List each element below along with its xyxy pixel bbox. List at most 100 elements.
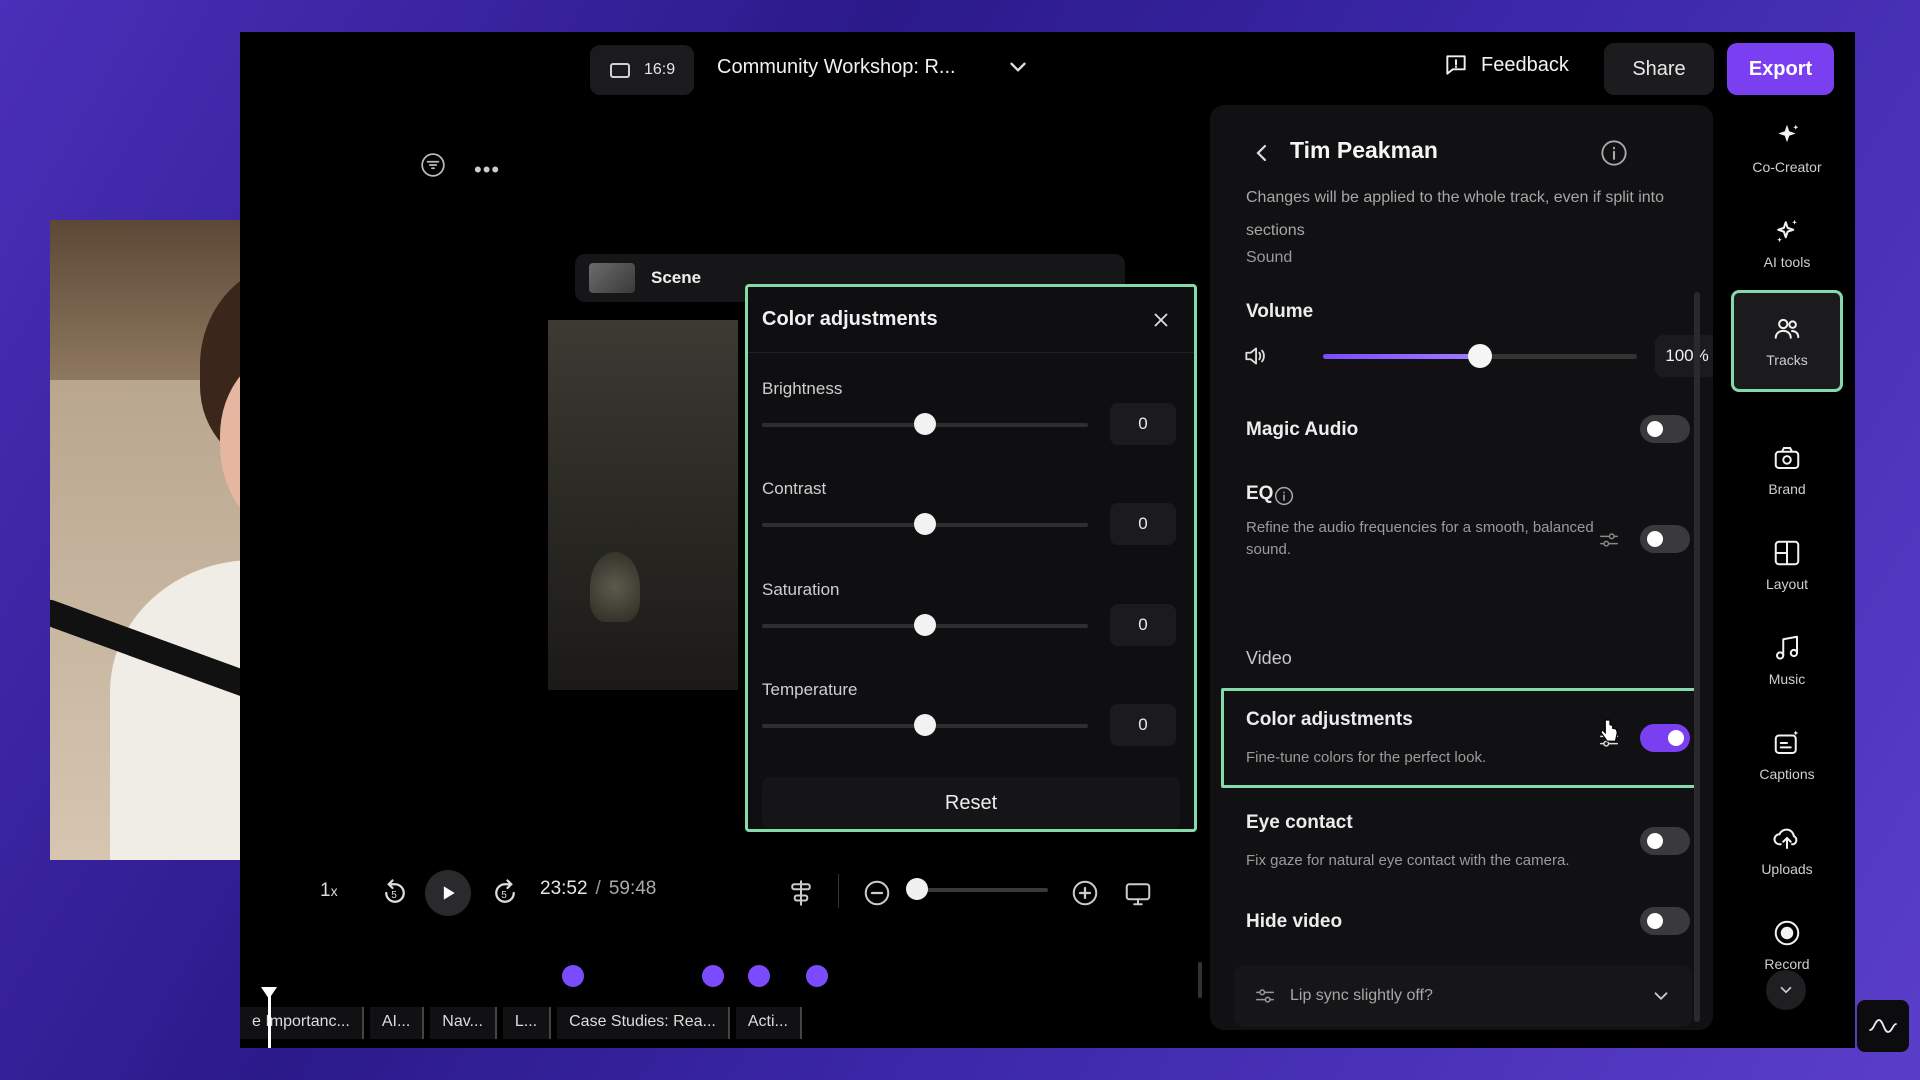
captions-icon	[1774, 730, 1799, 754]
timeline-marker[interactable]	[748, 965, 770, 987]
more-options-icon[interactable]: •••	[474, 157, 500, 183]
svg-text:5: 5	[391, 890, 397, 901]
playback-speed[interactable]: 1x	[320, 880, 338, 902]
eq-toggle[interactable]	[1640, 525, 1690, 553]
rail-captions[interactable]: Captions	[1735, 709, 1839, 801]
chapter-item[interactable]: AI...	[369, 1007, 425, 1039]
playhead[interactable]	[268, 992, 271, 1048]
saturation-label: Saturation	[762, 580, 840, 599]
rail-tracks[interactable]: Tracks	[1731, 290, 1843, 392]
rail-label: Layout	[1765, 576, 1809, 592]
eye-contact-description: Fix gaze for natural eye contact with th…	[1246, 852, 1570, 869]
rail-label: AI tools	[1763, 254, 1811, 270]
record-icon	[1774, 920, 1800, 946]
current-time: 23:52	[540, 878, 588, 899]
timeline-marker[interactable]	[562, 965, 584, 987]
volume-slider-handle[interactable]	[1468, 344, 1492, 368]
project-title[interactable]: Community Workshop: R...	[717, 56, 956, 79]
chapter-item[interactable]: L...	[502, 1007, 552, 1039]
close-icon[interactable]	[1150, 309, 1172, 331]
magic-audio-toggle[interactable]	[1640, 415, 1690, 443]
zoom-out-icon[interactable]	[862, 878, 892, 908]
rail-label: Tracks	[1766, 352, 1808, 368]
color-adjustments-label: Color adjustments	[1246, 709, 1413, 730]
hide-video-toggle[interactable]	[1640, 907, 1690, 935]
chapter-item[interactable]: Nav...	[430, 1007, 497, 1039]
rail-label: Co-Creator	[1752, 159, 1822, 175]
feedback-label: Feedback	[1481, 53, 1569, 76]
rail-ai-tools[interactable]: AI tools	[1735, 197, 1839, 289]
play-button[interactable]	[425, 870, 471, 916]
zoom-slider-handle[interactable]	[906, 878, 928, 900]
filter-icon[interactable]	[420, 152, 446, 178]
canvas-plant-image	[590, 552, 640, 622]
forward-5-icon[interactable]: 5	[490, 878, 520, 908]
waveform-button[interactable]	[1857, 1000, 1909, 1052]
temperature-label: Temperature	[762, 680, 858, 699]
export-button[interactable]: Export	[1727, 43, 1834, 95]
aspect-ratio-icon	[610, 62, 630, 78]
canvas-preview[interactable]	[548, 320, 738, 690]
chevron-down-icon	[1654, 992, 1668, 1001]
chapter-item[interactable]: Acti...	[735, 1007, 802, 1039]
brightness-value[interactable]: 0	[1110, 403, 1176, 445]
brightness-label: Brightness	[762, 379, 843, 398]
lip-sync-dropdown[interactable]: Lip sync slightly off?	[1234, 965, 1692, 1027]
chevron-down-icon[interactable]	[1005, 54, 1031, 80]
editor-window: 16:9 Community Workshop: R... Feedback S…	[240, 32, 1855, 1048]
timeline-marker[interactable]	[702, 965, 724, 987]
zoom-in-icon[interactable]	[1070, 878, 1100, 908]
eq-label: EQ	[1246, 483, 1274, 504]
color-adjustments-toggle[interactable]	[1640, 724, 1690, 752]
track-note: Changes will be applied to the whole tra…	[1246, 189, 1665, 239]
monitor-icon[interactable]	[1123, 878, 1153, 908]
rail-label: Captions	[1759, 766, 1815, 782]
rail-music[interactable]: Music	[1735, 614, 1839, 706]
track-settings-panel: Tim Peakman Changes will be applied to t…	[1210, 105, 1713, 1030]
align-icon[interactable]	[786, 878, 816, 908]
info-icon[interactable]	[1274, 486, 1294, 506]
scene-thumbnail	[589, 263, 635, 293]
playback-time: 23:52 / 59:48	[540, 878, 656, 900]
temperature-control: Temperature 0	[762, 680, 1182, 746]
eq-description: Refine the audio frequencies for a smoot…	[1246, 519, 1594, 558]
brightness-slider-handle[interactable]	[914, 413, 936, 435]
magic-audio-label: Magic Audio	[1246, 419, 1359, 440]
chapter-item[interactable]: Case Studies: Rea...	[557, 1007, 730, 1039]
rail-layout[interactable]: Layout	[1735, 519, 1839, 611]
volume-label: Volume	[1246, 301, 1314, 322]
color-adjustments-description: Fine-tune colors for the perfect look.	[1246, 749, 1487, 766]
rail-label: Music	[1768, 671, 1806, 687]
temperature-slider-handle[interactable]	[914, 714, 936, 736]
eye-contact-toggle[interactable]	[1640, 827, 1690, 855]
speaker-icon[interactable]	[1240, 343, 1270, 369]
rail-brand[interactable]: Brand	[1735, 424, 1839, 516]
zoom-slider-track[interactable]	[920, 888, 1048, 892]
volume-value[interactable]: 100%	[1655, 335, 1713, 377]
panel-scrollbar[interactable]	[1694, 292, 1700, 1022]
timeline-scrollbar[interactable]	[1198, 962, 1202, 998]
sparkle-icon	[1778, 124, 1799, 143]
rail-co-creator[interactable]: Co-Creator	[1735, 102, 1839, 194]
saturation-value[interactable]: 0	[1110, 604, 1176, 646]
aspect-ratio-label: 16:9	[644, 61, 676, 78]
temperature-value[interactable]: 0	[1110, 704, 1176, 746]
chapter-item[interactable]: e Importanc...	[240, 1007, 364, 1039]
scene-label: Scene	[651, 268, 702, 287]
reset-button[interactable]: Reset	[762, 777, 1180, 829]
sliders-icon[interactable]	[1598, 529, 1620, 551]
feedback-button[interactable]: Feedback	[1443, 52, 1569, 78]
contrast-value[interactable]: 0	[1110, 503, 1176, 545]
timeline-marker[interactable]	[806, 965, 828, 987]
contrast-slider-handle[interactable]	[914, 513, 936, 535]
rail-uploads[interactable]: Uploads	[1735, 804, 1839, 896]
share-button[interactable]: Share	[1604, 43, 1714, 95]
saturation-slider-handle[interactable]	[914, 614, 936, 636]
info-icon[interactable]	[1600, 139, 1628, 167]
chapter-track: e Importanc... AI... Nav... L... Case St…	[240, 1007, 802, 1039]
rail-more-button[interactable]	[1766, 970, 1806, 1010]
rewind-5-icon[interactable]: 5	[380, 878, 410, 908]
back-arrow-icon[interactable]	[1250, 141, 1274, 165]
color-adjustments-popup: Color adjustments Brightness 0 Contrast …	[745, 284, 1197, 832]
aspect-ratio-button[interactable]: 16:9	[590, 45, 694, 95]
